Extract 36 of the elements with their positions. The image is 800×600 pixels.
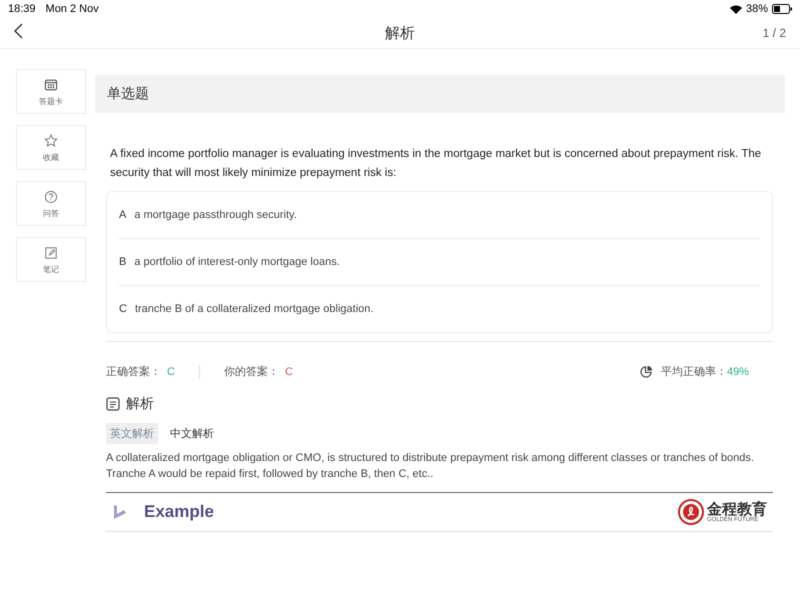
analysis-heading: 解析 xyxy=(126,395,154,413)
slide-title: Example xyxy=(144,502,215,522)
question-icon xyxy=(43,188,59,204)
sidebar-item[interactable]: 答题卡 xyxy=(16,69,86,114)
answer-option[interactable]: B a portfolio of interest-only mortgage loans. xyxy=(119,239,760,286)
status-date: Mon 2 Nov xyxy=(46,3,99,15)
average-rate-label: 平均正确率： xyxy=(660,364,727,379)
correct-answer-label: 正确答案： xyxy=(106,364,161,379)
wifi-icon xyxy=(730,4,742,14)
sidebar-item[interactable]: 笔记 xyxy=(16,237,86,282)
pie-chart-icon xyxy=(640,365,653,378)
battery-icon xyxy=(772,4,792,14)
back-icon[interactable] xyxy=(14,22,24,38)
document-icon xyxy=(106,397,120,411)
language-tab[interactable]: 中文解析 xyxy=(166,423,218,444)
correct-answer: C xyxy=(167,366,175,378)
sidebar-item[interactable]: 问答 xyxy=(16,181,86,226)
logo-text: 金程教育 xyxy=(707,502,767,516)
question-text: A fixed income portfolio manager is evaluating investments in the mortgage market but is concerned about prepayment risk. The security that will most likely minimize prepayment risk is: xyxy=(110,147,762,181)
explanation-text: A collateralized mortgage obligation or CMO, is structured to distribute prepayment risk among different classes or tranches of bonds. Tranche A would be repaid first, followed by tranche B, then C, etc.. xyxy=(106,451,755,482)
battery-percent: 38% xyxy=(746,3,768,15)
note-icon xyxy=(43,244,59,260)
star-icon xyxy=(43,132,59,148)
card-icon xyxy=(43,76,59,92)
answer-option[interactable]: C tranche B of a collateralized mortgage obligation. xyxy=(119,286,760,332)
average-rate: 49% xyxy=(726,366,749,378)
answer-option[interactable]: A a mortgage passthrough security. xyxy=(119,192,760,239)
your-answer-label: 你的答案： xyxy=(224,364,279,379)
status-time: 18:39 xyxy=(8,3,36,15)
sidebar-item[interactable]: 收藏 xyxy=(16,125,86,170)
question-type-bar: 单选题 xyxy=(95,75,785,113)
page-counter: 1 / 2 xyxy=(762,26,786,40)
page-title: 解析 xyxy=(385,24,415,42)
logo-icon xyxy=(112,504,128,520)
your-answer: C xyxy=(284,366,293,378)
seal-logo-icon xyxy=(678,499,704,525)
